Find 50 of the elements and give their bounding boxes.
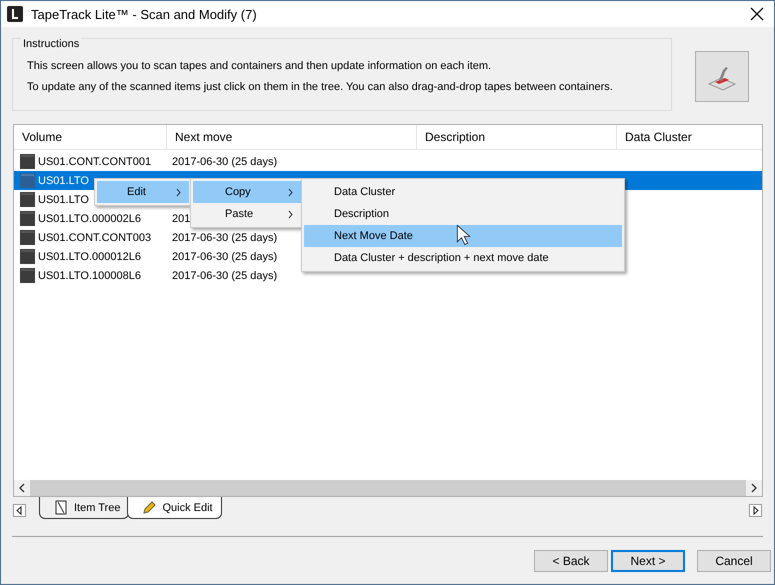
menu-item[interactable]: Description: [304, 203, 622, 225]
table-cell-text: US01.CONT.CONT001: [38, 156, 152, 168]
menu-item[interactable]: Edit: [97, 181, 189, 203]
dialog-button[interactable]: Cancel: [697, 550, 771, 572]
tape-icon: [20, 173, 35, 188]
close-icon[interactable]: [750, 7, 764, 21]
tape-icon: [20, 249, 35, 264]
table-cell-text: US01.LTO: [38, 174, 90, 186]
table-cell-text: US01.LTO.000002L6: [38, 212, 142, 224]
tab[interactable]: Item Tree: [39, 497, 130, 519]
menu-item[interactable]: Data Cluster + description + next move date: [304, 247, 622, 269]
tab-scroll-left-icon[interactable]: [13, 504, 26, 517]
table-cell-text: US01.LTO: [38, 194, 90, 206]
tape-icon: [20, 192, 35, 207]
column-header[interactable]: Description: [417, 125, 617, 149]
scan-button[interactable]: [695, 51, 749, 102]
menu-item[interactable]: Data Cluster: [304, 181, 622, 203]
notebook-icon: [54, 500, 68, 515]
column-header[interactable]: Data Cluster: [617, 125, 762, 149]
tape-icon: [20, 154, 35, 169]
window-title: TapeTrack Lite™ - Scan and Modify (7): [31, 6, 258, 22]
table-cell: 2017-06-30 (25 days): [172, 250, 278, 262]
table-cell-text: US01.LTO.100008L6: [38, 270, 142, 282]
instruction-text: To update any of the scanned items just click on them in the tree. You can also drag-and-drop tapes between containers.: [27, 80, 614, 95]
table-cell-text: US01.CONT.CONT003: [38, 232, 152, 244]
column-header[interactable]: Volume: [14, 125, 167, 149]
mouse-cursor-icon: [456, 224, 471, 246]
tape-icon: [20, 268, 35, 283]
menu-item[interactable]: Copy: [193, 181, 301, 203]
dialog-button[interactable]: < Back: [534, 550, 608, 572]
tape-icon: [20, 211, 35, 226]
table-cell: 201: [172, 212, 190, 224]
menu-item[interactable]: Next Move Date: [304, 225, 622, 247]
dialog-button[interactable]: Next >: [611, 550, 685, 572]
app-logo-icon: [7, 6, 23, 22]
table-cell: 2017-06-30 (25 days): [172, 156, 278, 168]
pencil-icon: [142, 500, 156, 515]
scroll-right-icon[interactable]: [750, 483, 758, 493]
column-header[interactable]: Next move: [167, 125, 417, 149]
table-cell: 2017-06-30 (25 days): [172, 232, 278, 244]
table-cell: 2017-06-30 (25 days): [172, 270, 278, 282]
instruction-text: This screen allows you to scan tapes and containers and then update information on each item.: [27, 59, 492, 74]
tape-icon: [20, 230, 35, 245]
table-cell-text: US01.LTO.000012L6: [38, 250, 142, 262]
tab-scroll-right-icon[interactable]: [749, 504, 762, 517]
group-legend: Instructions: [21, 38, 82, 50]
menu-item[interactable]: Paste: [193, 203, 301, 225]
scroll-left-icon[interactable]: [18, 483, 26, 493]
tab[interactable]: Quick Edit: [127, 497, 222, 519]
horizontal-scrollbar[interactable]: [14, 480, 762, 496]
